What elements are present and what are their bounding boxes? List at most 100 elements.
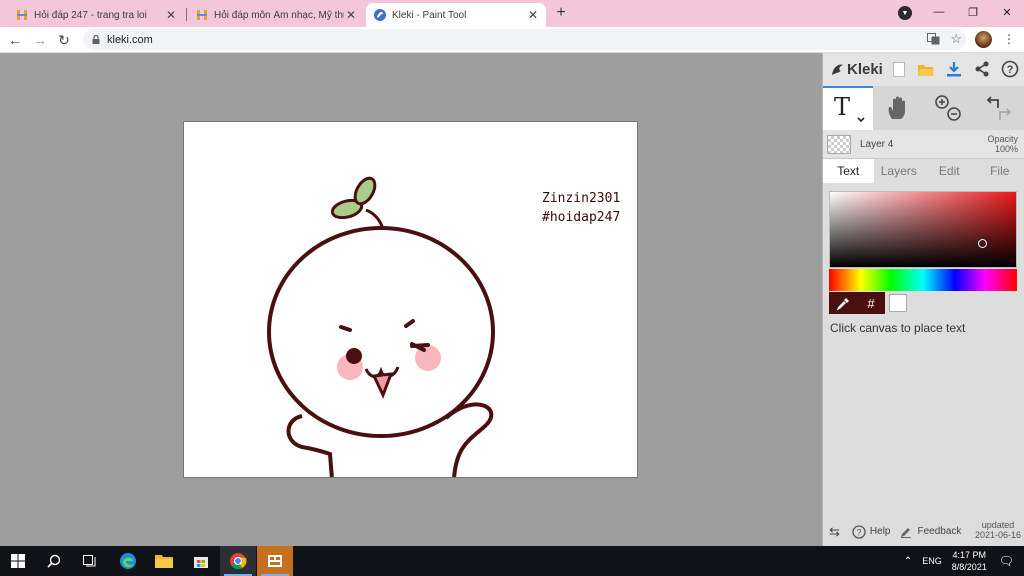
- clock-time: 4:17 PM: [952, 550, 986, 560]
- canvas-text-line: #hoidap247: [542, 210, 621, 225]
- svg-text:?: ?: [1007, 64, 1014, 76]
- minimize-button[interactable]: —: [922, 0, 956, 24]
- app-button[interactable]: [257, 546, 293, 576]
- restore-button[interactable]: ❐: [956, 0, 990, 24]
- tab-hoidap-am-nhac[interactable]: Hỏi đáp môn Âm nhạc, Mỹ thuật ✕: [188, 3, 364, 27]
- swap-panel-icon[interactable]: ⇆: [829, 524, 840, 540]
- hand-tool-button[interactable]: [873, 86, 923, 130]
- opacity-value: 100%: [994, 144, 1018, 154]
- clock-date: 8/8/2021: [951, 562, 987, 572]
- system-tray: ⌃ ENG 4:17 PM 8/8/2021 🗨: [904, 546, 1024, 576]
- eyedropper-button[interactable]: [829, 292, 857, 314]
- text-tool-icon: T: [834, 93, 865, 123]
- help-link[interactable]: ? Help: [852, 524, 891, 539]
- text-tool-settings: # Click canvas to place text: [823, 183, 1024, 546]
- task-view-button[interactable]: [72, 546, 108, 576]
- zoom-buttons[interactable]: [923, 86, 973, 130]
- bookmark-star-icon[interactable]: ☆: [950, 31, 962, 47]
- current-layer[interactable]: Layer 4 Opacity 100%: [823, 130, 1024, 159]
- close-tab-icon[interactable]: ✕: [164, 8, 178, 22]
- drawing-canvas[interactable]: Zinzin2301 #hoidap247: [183, 121, 638, 478]
- profile-avatar[interactable]: [975, 31, 992, 48]
- opacity-label: Opacity: [987, 134, 1018, 144]
- close-tab-icon[interactable]: ✕: [344, 8, 358, 22]
- tab-layers[interactable]: Layers: [874, 159, 925, 183]
- address-bar[interactable]: kleki.com ☆: [83, 29, 966, 50]
- notification-icon[interactable]: 🗨: [999, 554, 1014, 568]
- clock[interactable]: 4:17 PM 8/8/2021: [952, 549, 987, 573]
- browser-menu-icon[interactable]: ⋮: [1003, 32, 1015, 46]
- reload-button[interactable]: ↻: [55, 31, 73, 49]
- zoom-in-out-icon: [935, 95, 961, 121]
- panel-footer: ⇆ ? Help Feedback updated 2021-06-16: [823, 517, 1024, 546]
- close-tab-icon[interactable]: ✕: [526, 8, 540, 22]
- help-circle-icon: ?: [852, 524, 866, 539]
- help-label: Help: [869, 526, 891, 537]
- tab-hoidap-trang-tra-loi[interactable]: Hỏi đáp 247 - trang tra loi ✕: [8, 3, 184, 27]
- hue-slider[interactable]: [829, 269, 1017, 291]
- tab-title: Hỏi đáp môn Âm nhạc, Mỹ thuật: [214, 9, 344, 21]
- app-window-icon: [268, 555, 282, 567]
- lock-icon: [92, 35, 100, 44]
- kleki-logo[interactable]: Kleki: [829, 61, 883, 78]
- tab-title: Hỏi đáp 247 - trang tra loi: [34, 9, 147, 21]
- secondary-color-swatch[interactable]: [889, 294, 907, 312]
- open-folder-icon[interactable]: [916, 59, 936, 79]
- language-indicator[interactable]: ENG: [922, 556, 942, 566]
- download-icon[interactable]: [944, 59, 964, 79]
- canvas-workspace[interactable]: Zinzin2301 #hoidap247: [0, 53, 822, 546]
- canvas-text-line: Zinzin2301: [542, 191, 621, 206]
- start-button[interactable]: [0, 546, 36, 576]
- tab-separator: [186, 8, 187, 21]
- hoidap-logo-icon: [17, 10, 27, 20]
- chrome-browser-icon: [230, 553, 247, 570]
- translate-icon[interactable]: [927, 33, 940, 45]
- hand-icon: [888, 96, 905, 119]
- close-window-button[interactable]: ✕: [990, 0, 1024, 24]
- new-tab-button[interactable]: +: [552, 4, 570, 22]
- kleki-logo-icon: [374, 9, 386, 21]
- updated-label: updated: [981, 520, 1015, 530]
- text-tool-button[interactable]: T: [823, 86, 873, 130]
- tab-file[interactable]: File: [975, 159, 1024, 183]
- kleki-logo-icon: [832, 63, 843, 75]
- tab-kleki[interactable]: Kleki - Paint Tool ✕: [366, 3, 546, 27]
- hex-input-button[interactable]: #: [857, 292, 885, 314]
- forward-button[interactable]: →: [31, 31, 49, 49]
- tab-edit[interactable]: Edit: [924, 159, 975, 183]
- saturation-value-picker[interactable]: [829, 191, 1017, 268]
- url-text: kleki.com: [107, 33, 153, 46]
- task-view-icon: [83, 555, 96, 567]
- layer-name: Layer 4: [860, 139, 894, 150]
- panel-header: Kleki ?: [823, 53, 1024, 86]
- hoidap-logo-icon: [197, 10, 207, 20]
- canvas-text-layer: Zinzin2301 #hoidap247: [542, 189, 620, 227]
- tab-search-icon[interactable]: ▼: [898, 6, 912, 20]
- folder-icon: [155, 555, 173, 568]
- chrome-button[interactable]: [220, 546, 256, 576]
- store-button[interactable]: [183, 546, 219, 576]
- chevron-up-icon[interactable]: ⌃: [904, 556, 912, 567]
- edge-browser-icon: [120, 553, 136, 569]
- edge-button[interactable]: [110, 546, 146, 576]
- store-bag-icon: [194, 557, 208, 568]
- layer-opacity: Opacity 100%: [987, 134, 1018, 154]
- eyedropper-icon: [836, 297, 849, 310]
- file-explorer-button[interactable]: [146, 546, 182, 576]
- tool-panel: Kleki ? T Layer 4 Opacity 100% Text Laye…: [822, 53, 1024, 546]
- tab-title: Kleki - Paint Tool: [392, 9, 467, 21]
- tool-selector: T: [823, 86, 1024, 130]
- feedback-link[interactable]: Feedback: [900, 526, 961, 538]
- help-circle-icon[interactable]: ?: [1000, 59, 1020, 79]
- undo-redo-buttons[interactable]: [973, 86, 1023, 130]
- new-image-icon[interactable]: [889, 59, 909, 79]
- color-cursor[interactable]: [978, 239, 987, 248]
- windows-logo-icon: [11, 554, 25, 568]
- color-controls: #: [829, 292, 907, 314]
- feedback-label: Feedback: [917, 526, 962, 537]
- search-button[interactable]: [36, 546, 72, 576]
- back-button[interactable]: ←: [6, 31, 24, 49]
- logo-text: Kleki: [847, 61, 883, 78]
- tab-text[interactable]: Text: [823, 159, 874, 183]
- share-icon[interactable]: [972, 59, 992, 79]
